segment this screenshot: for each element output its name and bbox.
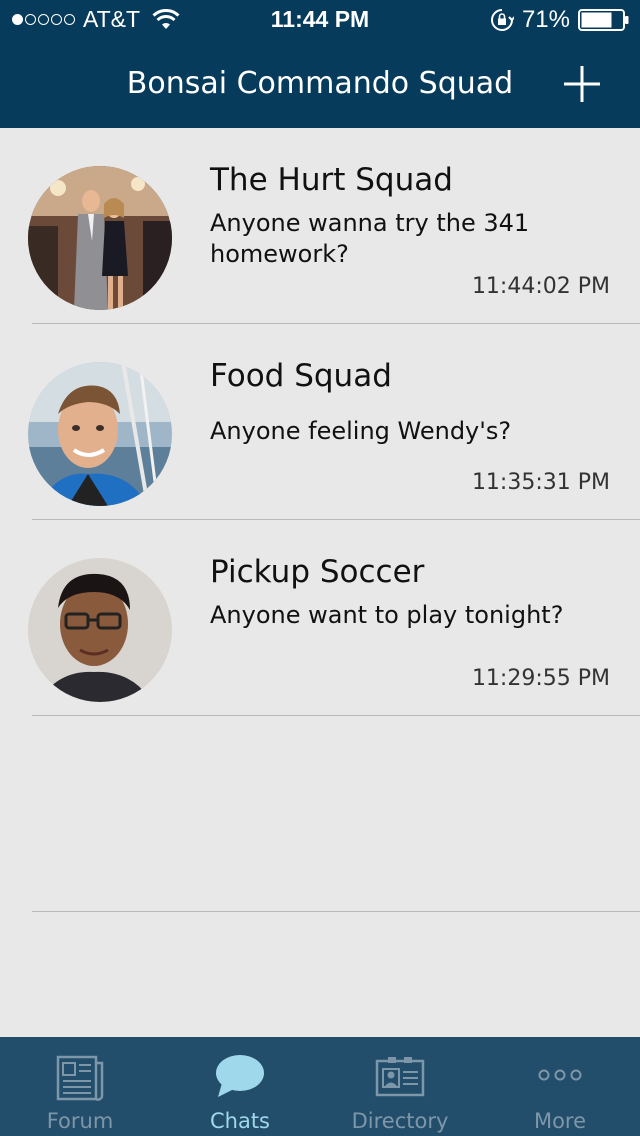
battery-percent: 71% (521, 6, 570, 33)
chat-row-food-squad[interactable]: Food Squad Anyone feeling Wendy's? 11:35… (0, 324, 640, 520)
contact-card-icon (375, 1057, 425, 1097)
add-chat-button[interactable] (562, 64, 602, 104)
chat-timestamp: 11:44:02 PM (471, 274, 610, 299)
avatar (28, 558, 172, 702)
rotation-lock-icon (490, 9, 514, 31)
tab-label: Directory (351, 1109, 449, 1133)
tab-directory[interactable]: Directory (320, 1037, 480, 1136)
chat-last-message: Anyone want to play tonight? (210, 601, 564, 629)
glasses-portrait-photo (28, 558, 172, 702)
tab-label: More (533, 1109, 587, 1133)
boat-selfie-photo (28, 362, 172, 506)
tab-label: Forum (46, 1109, 114, 1133)
chat-name: Food Squad (210, 358, 392, 394)
plus-icon (564, 66, 600, 102)
chat-bubble-icon (216, 1055, 264, 1097)
newspaper-icon (56, 1055, 104, 1101)
tab-forum[interactable]: Forum (0, 1037, 160, 1136)
status-bar: AT&T 11:44 PM 71% (0, 0, 640, 40)
battery-icon (578, 9, 629, 31)
chat-timestamp: 11:35:31 PM (471, 470, 610, 495)
tab-label: Chats (209, 1109, 271, 1133)
chat-row-pickup-soccer[interactable]: Pickup Soccer Anyone want to play tonigh… (0, 520, 640, 716)
chat-name: Pickup Soccer (210, 554, 425, 590)
empty-list-row (0, 716, 640, 912)
chat-timestamp: 11:29:55 PM (471, 666, 610, 691)
page-title: Bonsai Commando Squad (126, 66, 514, 101)
tab-bar: Forum Chats Directory More (0, 1037, 640, 1136)
avatar (28, 166, 172, 310)
tab-more[interactable]: More (480, 1037, 640, 1136)
chat-row-hurt-squad[interactable]: The Hurt Squad Anyone wanna try the 341 … (0, 128, 640, 324)
couple-photo (28, 166, 172, 310)
tab-chats[interactable]: Chats (160, 1037, 320, 1136)
more-dots-icon (538, 1069, 582, 1081)
chat-last-message: Anyone wanna try the 341 homework? (210, 209, 530, 268)
chat-last-message: Anyone feeling Wendy's? (210, 417, 512, 445)
avatar (28, 362, 172, 506)
chat-name: The Hurt Squad (210, 162, 453, 198)
navigation-bar: Bonsai Commando Squad (0, 40, 640, 128)
status-right: 71% (490, 6, 630, 34)
chat-list: The Hurt Squad Anyone wanna try the 341 … (0, 128, 640, 912)
